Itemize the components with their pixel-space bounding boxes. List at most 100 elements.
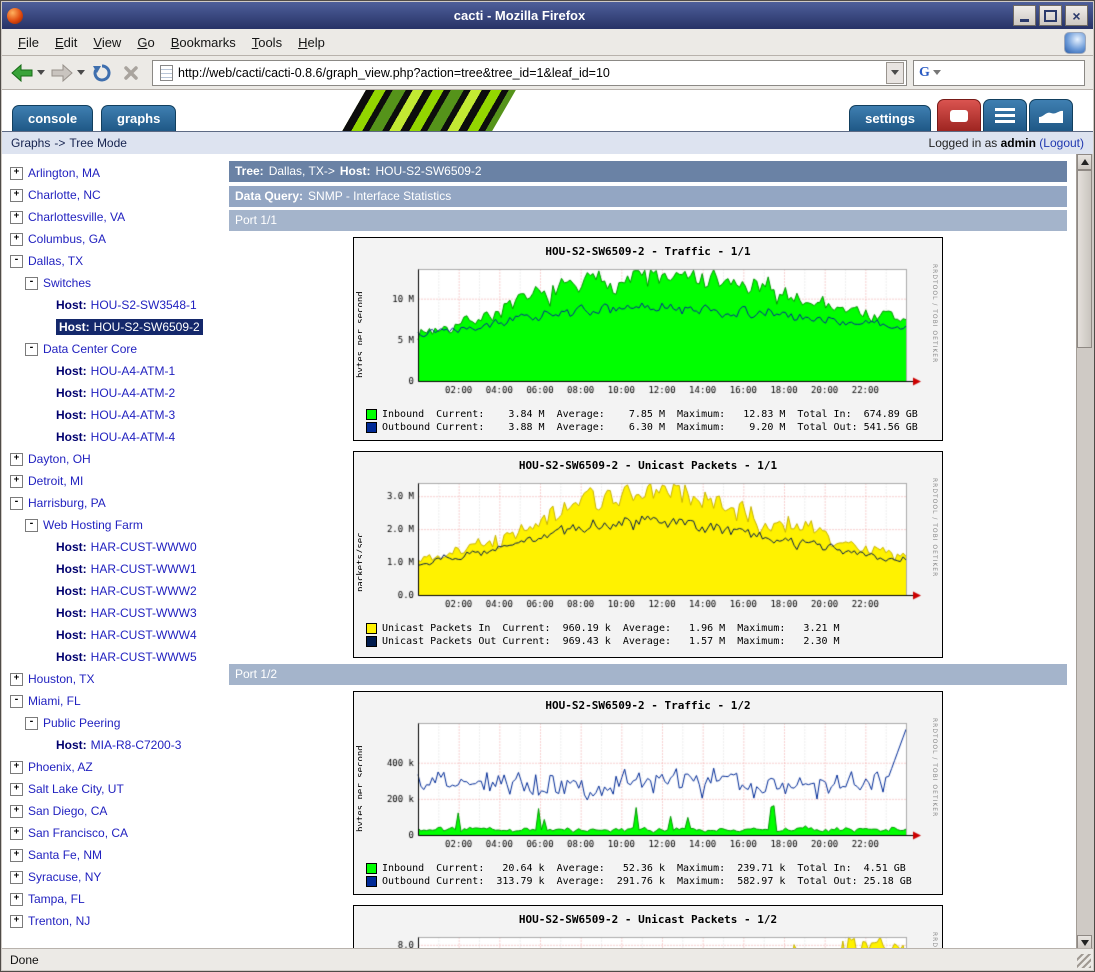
tree-node-data-center-core[interactable]: -Data Center Core xyxy=(2,338,224,360)
host-name[interactable]: HOU-S2-SW3548-1 xyxy=(91,298,197,312)
tree-node-tampa-fl[interactable]: +Tampa, FL xyxy=(2,888,224,910)
collapse-icon[interactable]: - xyxy=(25,277,38,290)
expand-icon[interactable]: + xyxy=(10,761,23,774)
menu-view[interactable]: View xyxy=(85,32,129,53)
tree-node-label[interactable]: Syracuse, NY xyxy=(28,870,101,884)
host-name[interactable]: HOU-A4-ATM-1 xyxy=(91,364,175,378)
expand-icon[interactable]: + xyxy=(10,475,23,488)
tree-node-public-peering[interactable]: -Public Peering xyxy=(2,712,224,734)
expand-icon[interactable]: + xyxy=(10,915,23,928)
collapse-icon[interactable]: - xyxy=(10,255,23,268)
expand-icon[interactable]: + xyxy=(10,233,23,246)
tree-node-label[interactable]: Charlottesville, VA xyxy=(28,210,125,224)
expand-icon[interactable]: + xyxy=(10,849,23,862)
tree-node-columbus-ga[interactable]: + Columbus, GA xyxy=(2,228,224,250)
tab-settings[interactable]: settings xyxy=(849,105,931,131)
tree-host-hou-a4-atm-4[interactable]: Host:HOU-A4-ATM-4 xyxy=(2,426,224,448)
expand-icon[interactable]: + xyxy=(10,453,23,466)
tree-host-hou-a4-atm-3[interactable]: Host:HOU-A4-ATM-3 xyxy=(2,404,224,426)
host-name[interactable]: HAR-CUST-WWW3 xyxy=(91,606,197,620)
menu-go[interactable]: Go xyxy=(129,32,162,53)
unicast-1-1-graph-canvas[interactable] xyxy=(362,478,924,618)
menu-tools[interactable]: Tools xyxy=(244,32,290,53)
tree-host-hou-a4-atm-1[interactable]: Host:HOU-A4-ATM-1 xyxy=(2,360,224,382)
forward-button[interactable] xyxy=(48,60,76,86)
tree-node-dayton-oh[interactable]: + Dayton, OH xyxy=(2,448,224,470)
tree-host-mia-r8-c7200-3[interactable]: Host:MIA-R8-C7200-3 xyxy=(2,734,224,756)
tree-node-label[interactable]: Miami, FL xyxy=(28,694,81,708)
collapse-icon[interactable]: - xyxy=(25,519,38,532)
scrollbar-thumb[interactable] xyxy=(1077,170,1092,348)
minimize-button[interactable] xyxy=(1013,5,1036,26)
tree-node-arlington-ma[interactable]: +Arlington, MA xyxy=(2,162,224,184)
google-search-icon[interactable]: G xyxy=(919,65,930,81)
scroll-up-button[interactable] xyxy=(1077,154,1092,170)
menu-help[interactable]: Help xyxy=(290,32,333,53)
tree-node-label[interactable]: Harrisburg, PA xyxy=(28,496,106,510)
url-text[interactable]: http://web/cacti/cacti-0.8.6/graph_view.… xyxy=(178,66,886,80)
tree-host-hou-a4-atm-2[interactable]: Host:HOU-A4-ATM-2 xyxy=(2,382,224,404)
url-bar[interactable]: http://web/cacti/cacti-0.8.6/graph_view.… xyxy=(152,60,907,86)
resize-grip[interactable] xyxy=(1077,954,1091,968)
tree-node-label[interactable]: San Diego, CA xyxy=(28,804,107,818)
tree-node-label[interactable]: San Francisco, CA xyxy=(28,826,128,840)
tab-icon-list[interactable] xyxy=(983,99,1027,131)
tree-node-label[interactable]: Houston, TX xyxy=(28,672,94,686)
tree-node-label[interactable]: Charlotte, NC xyxy=(28,188,101,202)
search-input[interactable]: G xyxy=(913,60,1085,86)
tree-host-har-cust-www2[interactable]: Host:HAR-CUST-WWW2 xyxy=(2,580,224,602)
back-dropdown-icon[interactable] xyxy=(37,70,45,75)
back-button[interactable] xyxy=(8,60,36,86)
reload-button[interactable] xyxy=(88,60,116,86)
expand-icon[interactable]: + xyxy=(10,189,23,202)
tab-icon-red[interactable] xyxy=(937,99,981,131)
tree-host-hou-s2-sw3548-1[interactable]: Host:HOU-S2-SW3548-1 xyxy=(2,294,224,316)
tree-node-label[interactable]: Salt Lake City, UT xyxy=(28,782,124,796)
search-engine-dropdown-icon[interactable] xyxy=(933,70,941,75)
tree-node-syracuse-ny[interactable]: + Syracuse, NY xyxy=(2,866,224,888)
tree-node-dallas-tx[interactable]: -Dallas, TX xyxy=(2,250,224,272)
vertical-scrollbar[interactable] xyxy=(1076,154,1093,951)
tree-node-label[interactable]: Dallas, TX xyxy=(28,254,83,268)
host-name[interactable]: MIA-R8-C7200-3 xyxy=(91,738,182,752)
maximize-button[interactable] xyxy=(1039,5,1062,26)
tab-graphs[interactable]: graphs xyxy=(101,105,176,131)
tree-node-san-diego-ca[interactable]: +San Diego, CA xyxy=(2,800,224,822)
tree-node-label[interactable]: Data Center Core xyxy=(43,342,137,356)
tree-node-san-francisco-ca[interactable]: +San Francisco, CA xyxy=(2,822,224,844)
tree-node-label[interactable]: Columbus, GA xyxy=(28,232,106,246)
tree-node-charlotte-nc[interactable]: + Charlotte, NC xyxy=(2,184,224,206)
expand-icon[interactable]: + xyxy=(10,871,23,884)
tree-host-har-cust-www3[interactable]: Host:HAR-CUST-WWW3 xyxy=(2,602,224,624)
expand-icon[interactable]: + xyxy=(10,783,23,796)
expand-icon[interactable]: + xyxy=(10,673,23,686)
tree-node-label[interactable]: Dayton, OH xyxy=(28,452,91,466)
tree-node-houston-tx[interactable]: + Houston, TX xyxy=(2,668,224,690)
tree-host-har-cust-www5[interactable]: Host:HAR-CUST-WWW5 xyxy=(2,646,224,668)
tree-node-label[interactable]: Trenton, NJ xyxy=(28,914,90,928)
host-name[interactable]: HOU-A4-ATM-4 xyxy=(91,430,175,444)
breadcrumb-graphs-link[interactable]: Graphs xyxy=(11,136,50,150)
host-name[interactable]: HAR-CUST-WWW5 xyxy=(91,650,197,664)
tree-node-miami-fl[interactable]: -Miami, FL xyxy=(2,690,224,712)
title-bar[interactable]: cacti - Mozilla Firefox × xyxy=(2,2,1093,29)
logout-link[interactable]: (Logout) xyxy=(1039,136,1084,150)
host-name[interactable]: HAR-CUST-WWW1 xyxy=(91,562,197,576)
traffic-1-1-graph-canvas[interactable] xyxy=(362,264,924,404)
forward-dropdown-icon[interactable] xyxy=(77,70,85,75)
expand-icon[interactable]: + xyxy=(10,167,23,180)
menu-edit[interactable]: Edit xyxy=(47,32,85,53)
tree-node-label[interactable]: Tampa, FL xyxy=(28,892,85,906)
tree-node-phoenix-az[interactable]: +Phoenix, AZ xyxy=(2,756,224,778)
tree-host-har-cust-www1[interactable]: Host:HAR-CUST-WWW1 xyxy=(2,558,224,580)
tree-node-harrisburg-pa[interactable]: -Harrisburg, PA xyxy=(2,492,224,514)
tree-node-detroit-mi[interactable]: +Detroit, MI xyxy=(2,470,224,492)
host-name[interactable]: HOU-A4-ATM-3 xyxy=(91,408,175,422)
tab-console[interactable]: console xyxy=(12,105,93,131)
tree-node-charlottesville-va[interactable]: +Charlottesville, VA xyxy=(2,206,224,228)
host-name[interactable]: HAR-CUST-WWW4 xyxy=(91,628,197,642)
collapse-icon[interactable]: - xyxy=(25,717,38,730)
tree-node-web-hosting-farm[interactable]: -Web Hosting Farm xyxy=(2,514,224,536)
tree-node-salt-lake-city-ut[interactable]: + Salt Lake City, UT xyxy=(2,778,224,800)
tree-node-label[interactable]: Santa Fe, NM xyxy=(28,848,102,862)
